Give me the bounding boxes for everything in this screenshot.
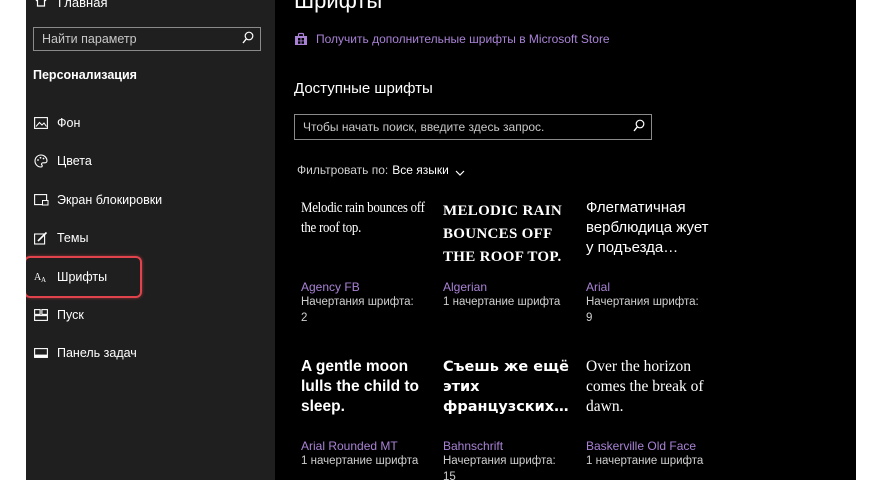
- settings-search-placeholder: Найти параметр: [42, 32, 137, 46]
- taskbar-icon: [33, 345, 49, 361]
- sidebar-item-label: Шрифты: [57, 270, 108, 284]
- font-sample: Melodic rain bounces off the roof top.: [301, 200, 425, 236]
- font-faces-count: 2: [301, 312, 308, 324]
- page-title: Шрифты: [294, 0, 383, 13]
- palette-icon: [33, 153, 49, 169]
- font-name: Baskerville Old Face: [586, 439, 697, 453]
- start-icon: [33, 307, 49, 323]
- sidebar-item-label: Пуск: [57, 308, 84, 322]
- sidebar-item-label: Темы: [57, 231, 89, 245]
- font-faces-label: Начертания шрифта:: [301, 296, 414, 308]
- font-card-algerian[interactable]: MELODIC RAIN BOUNCES OFF THE ROOF TOP. A…: [443, 200, 573, 310]
- font-name: Arial Rounded MT: [301, 439, 398, 453]
- font-sample: Флегматичная верблюдица жует у подъезда…: [586, 199, 709, 256]
- font-sample: Съешь же ещё этих французских…: [443, 359, 569, 415]
- settings-window: Главная Найти параметр Персонализация Фо…: [26, 0, 856, 480]
- lock-screen-icon: [33, 192, 49, 208]
- home-nav-item[interactable]: Главная: [34, 0, 107, 10]
- main-panel: Шрифты Получить дополнительные шрифты в …: [275, 0, 856, 480]
- font-faces-label: Начертания шрифта:: [586, 296, 699, 308]
- font-name: Agency FB: [301, 280, 360, 294]
- font-name: Algerian: [443, 280, 488, 294]
- available-fonts-heading: Доступные шрифты: [294, 80, 433, 97]
- font-faces-label: Начертания шрифта:: [443, 455, 556, 467]
- svg-text:A: A: [41, 276, 46, 283]
- sidebar-item-label: Экран блокировки: [57, 193, 163, 207]
- font-faces-label: 1 начертание шрифта: [443, 296, 561, 308]
- filter-label: Фильтровать по:: [297, 163, 389, 177]
- sidebar-item-label: Панель задач: [57, 346, 137, 360]
- filter-value: Все языки: [392, 163, 449, 177]
- sidebar: Главная Найти параметр Персонализация Фо…: [26, 0, 275, 480]
- font-icon: AA: [33, 269, 49, 285]
- brush-icon: [33, 230, 49, 246]
- search-icon[interactable]: [242, 31, 254, 45]
- font-card-arial[interactable]: Флегматичная верблюдица жует у подъезда……: [586, 198, 716, 326]
- font-search-placeholder: Чтобы начать поиск, введите здесь запрос…: [303, 120, 545, 134]
- font-faces-label: 1 начертание шрифта: [301, 455, 419, 467]
- store-bag-icon: [294, 32, 308, 46]
- sidebar-item-label: Цвета: [57, 154, 92, 168]
- chevron-down-icon: [455, 166, 465, 176]
- sidebar-item-label: Фон: [57, 116, 81, 130]
- font-faces-label: 1 начертание шрифта: [586, 455, 704, 467]
- font-card-agency-fb[interactable]: Melodic rain bounces off the roof top. A…: [301, 198, 431, 326]
- sidebar-item-colors[interactable]: Цвета: [33, 151, 255, 171]
- font-faces-count: 9: [586, 312, 593, 324]
- sidebar-item-taskbar[interactable]: Панель задач: [33, 343, 255, 363]
- settings-search-input[interactable]: Найти параметр: [33, 27, 261, 51]
- search-icon[interactable]: [633, 119, 645, 133]
- home-icon: [34, 0, 48, 11]
- font-card-bahnschrift[interactable]: Съешь же ещё этих французских… Bahnschri…: [443, 357, 573, 480]
- font-sample: Over the horizon comes the break of dawn…: [586, 358, 704, 415]
- sidebar-item-fonts[interactable]: AA Шрифты: [33, 267, 255, 287]
- font-card-baskerville[interactable]: Over the horizon comes the break of dawn…: [586, 357, 716, 469]
- sidebar-item-start[interactable]: Пуск: [33, 305, 255, 325]
- section-title: Персонализация: [33, 68, 137, 82]
- font-faces-count: 15: [443, 471, 456, 480]
- font-sample: MELODIC RAIN BOUNCES OFF THE ROOF TOP.: [443, 203, 563, 265]
- font-name: Bahnschrift: [443, 439, 504, 453]
- home-label: Главная: [58, 0, 108, 10]
- font-search-input[interactable]: Чтобы начать поиск, введите здесь запрос…: [294, 114, 652, 140]
- font-sample: A gentle moon lulls the child to sleep.: [301, 358, 419, 415]
- language-filter[interactable]: Фильтровать по: Все языки: [297, 163, 465, 177]
- font-card-arial-rounded[interactable]: A gentle moon lulls the child to sleep. …: [301, 357, 431, 469]
- sidebar-item-background[interactable]: Фон: [33, 113, 255, 133]
- store-link-label: Получить дополнительные шрифты в Microso…: [316, 32, 610, 46]
- store-link[interactable]: Получить дополнительные шрифты в Microso…: [294, 32, 610, 46]
- sidebar-item-lock-screen[interactable]: Экран блокировки: [33, 190, 255, 210]
- sidebar-item-themes[interactable]: Темы: [33, 228, 255, 248]
- font-name: Arial: [586, 280, 611, 294]
- picture-icon: [33, 115, 49, 131]
